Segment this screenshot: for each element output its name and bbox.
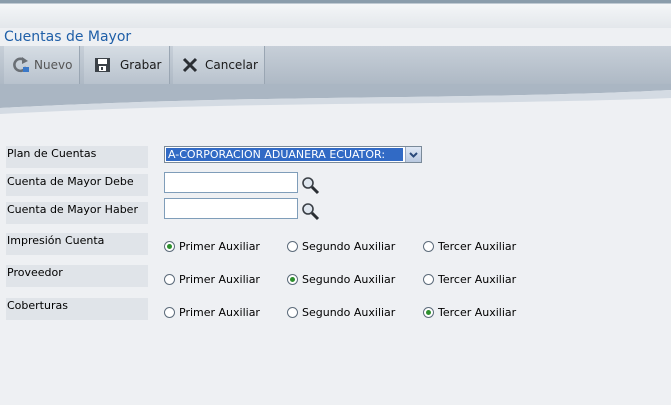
radio-circle[interactable] [423, 273, 434, 285]
plan-select-value: A-CORPORACION ADUANERA ECUATOR: [166, 148, 403, 161]
radio-circle[interactable] [287, 306, 298, 318]
nuevo-button[interactable]: Nuevo [4, 46, 80, 84]
plan-select[interactable]: A-CORPORACION ADUANERA ECUATOR: [164, 146, 422, 163]
radio-impresion-segundo[interactable]: Segundo Auxiliar [287, 238, 395, 254]
window-top-strip [0, 0, 671, 28]
cancelar-label: Cancelar [205, 58, 258, 72]
nuevo-label: Nuevo [34, 58, 73, 72]
radio-label: Tercer Auxiliar [438, 305, 517, 319]
radio-circle[interactable] [164, 240, 175, 252]
plan-label: Plan de Cuentas [6, 146, 148, 168]
coberturas-label: Coberturas [6, 298, 148, 320]
radio-circle[interactable] [423, 306, 434, 318]
save-icon [94, 56, 112, 74]
radio-circle[interactable] [287, 273, 298, 285]
magnifier-icon[interactable] [301, 176, 320, 195]
refresh-icon [12, 56, 30, 74]
haber-input[interactable] [164, 198, 298, 219]
radio-coberturas-tercer[interactable]: Tercer Auxiliar [423, 304, 516, 320]
grabar-label: Grabar [120, 58, 162, 72]
radio-circle[interactable] [164, 306, 175, 318]
radio-coberturas-segundo[interactable]: Segundo Auxiliar [287, 304, 395, 320]
radio-circle[interactable] [164, 273, 175, 285]
proveedor-label: Proveedor [6, 265, 148, 287]
cancelar-button[interactable]: Cancelar [173, 46, 265, 84]
radio-label: Primer Auxiliar [179, 272, 260, 286]
cancel-x-icon [181, 56, 199, 74]
header-swoosh [0, 84, 671, 114]
radio-label: Tercer Auxiliar [438, 272, 517, 286]
radio-impresion-primer[interactable]: Primer Auxiliar [164, 238, 260, 254]
radio-coberturas-primer[interactable]: Primer Auxiliar [164, 304, 260, 320]
grabar-button[interactable]: Grabar [84, 46, 170, 84]
radio-label: Primer Auxiliar [179, 239, 260, 253]
radio-circle[interactable] [423, 240, 434, 252]
radio-proveedor-segundo[interactable]: Segundo Auxiliar [287, 271, 395, 287]
radio-label: Tercer Auxiliar [438, 239, 517, 253]
radio-proveedor-tercer[interactable]: Tercer Auxiliar [423, 271, 516, 287]
debe-label: Cuenta de Mayor Debe [6, 174, 148, 196]
haber-label: Cuenta de Mayor Haber [6, 202, 148, 224]
chevron-down-icon[interactable] [405, 147, 421, 162]
radio-label: Segundo Auxiliar [302, 305, 396, 319]
radio-proveedor-primer[interactable]: Primer Auxiliar [164, 271, 260, 287]
debe-input[interactable] [164, 172, 298, 193]
radio-circle[interactable] [287, 240, 298, 252]
magnifier-icon[interactable] [301, 202, 320, 221]
radio-label: Segundo Auxiliar [302, 239, 396, 253]
radio-impresion-tercer[interactable]: Tercer Auxiliar [423, 238, 516, 254]
radio-label: Primer Auxiliar [179, 305, 260, 319]
toolbar: Nuevo Grabar Cancelar [0, 46, 671, 84]
radio-label: Segundo Auxiliar [302, 272, 396, 286]
page-title: Cuentas de Mayor [4, 29, 132, 45]
impresion-label: Impresión Cuenta [6, 233, 148, 255]
